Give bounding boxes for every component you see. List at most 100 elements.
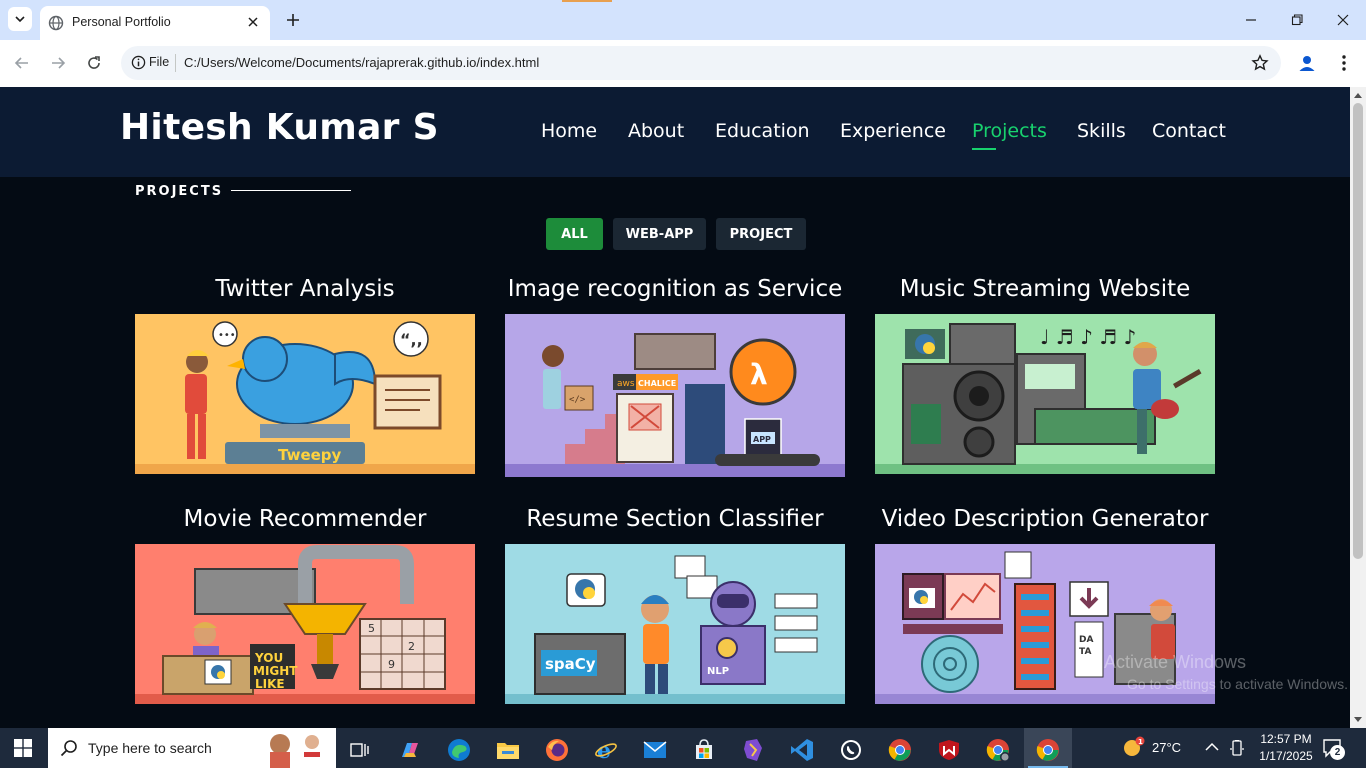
svg-text:APP: APP bbox=[753, 435, 771, 444]
nav-projects[interactable]: Projects bbox=[972, 120, 1047, 142]
taskbar-chrome-1[interactable] bbox=[880, 732, 920, 768]
restore-icon bbox=[1291, 14, 1303, 26]
taskbar-chrome-active[interactable] bbox=[1028, 732, 1068, 768]
nav-about[interactable]: About bbox=[628, 120, 684, 142]
browser-tab-bar: Personal Portfolio bbox=[0, 0, 1366, 40]
project-image-resume-classifier[interactable]: spaCy NLP bbox=[505, 544, 845, 704]
windows-start-icon[interactable] bbox=[14, 739, 32, 757]
info-icon[interactable] bbox=[131, 55, 146, 70]
svg-text:9: 9 bbox=[388, 658, 395, 671]
store-icon bbox=[696, 739, 712, 759]
mail-icon bbox=[643, 741, 667, 758]
nav-contact[interactable]: Contact bbox=[1152, 120, 1226, 142]
more-vertical-icon bbox=[1342, 55, 1346, 71]
minimize-button[interactable] bbox=[1241, 10, 1261, 30]
windows-taskbar: Type here to search e 1 27°C 12:57 PM 1/… bbox=[0, 728, 1366, 768]
project-title[interactable]: Resume Section Classifier bbox=[505, 506, 845, 532]
taskbar-firefox[interactable] bbox=[537, 732, 577, 768]
forward-button[interactable] bbox=[47, 52, 69, 74]
nav-home[interactable]: Home bbox=[541, 120, 597, 142]
project-image-movie-recommender[interactable]: YOU MIGHT LIKE 5 2 9 bbox=[135, 544, 475, 704]
svg-text:MIGHT: MIGHT bbox=[253, 664, 298, 678]
scroll-up-arrow-icon[interactable] bbox=[1353, 90, 1363, 100]
profile-button[interactable] bbox=[1296, 52, 1318, 74]
restore-button[interactable] bbox=[1287, 10, 1307, 30]
scroll-down-arrow-icon[interactable] bbox=[1353, 715, 1363, 725]
chevron-up-icon[interactable] bbox=[1205, 742, 1219, 752]
nav-active-underline bbox=[972, 148, 996, 150]
bookmark-star-icon[interactable] bbox=[1251, 54, 1269, 72]
section-title: PROJECTS bbox=[135, 184, 224, 199]
clock-date[interactable]: 1/17/2025 bbox=[1254, 749, 1318, 763]
close-icon bbox=[248, 17, 258, 27]
back-button[interactable] bbox=[11, 52, 33, 74]
svg-text:CHALICE: CHALICE bbox=[638, 379, 676, 388]
filter-project-button[interactable]: PROJECT bbox=[716, 218, 806, 250]
url-text[interactable]: C:/Users/Welcome/Documents/rajaprerak.gi… bbox=[184, 55, 539, 70]
nav-skills[interactable]: Skills bbox=[1077, 120, 1126, 142]
nav-experience[interactable]: Experience bbox=[840, 120, 946, 142]
svg-text:</>: </> bbox=[569, 395, 586, 405]
project-title[interactable]: Video Description Generator bbox=[875, 506, 1215, 532]
project-image-twitter[interactable]: ••• Tweepy “,, bbox=[135, 314, 475, 474]
whatsapp-icon bbox=[841, 740, 861, 760]
svg-text:NLP: NLP bbox=[707, 666, 729, 677]
taskbar-search-box[interactable]: Type here to search bbox=[48, 728, 336, 768]
chrome-icon bbox=[1036, 739, 1059, 761]
svg-text:Tweepy: Tweepy bbox=[278, 446, 342, 464]
taskbar-vscode[interactable] bbox=[782, 732, 822, 768]
site-header: Hitesh Kumar S Home About Education Expe… bbox=[0, 87, 1350, 177]
clock-time[interactable]: 12:57 PM bbox=[1254, 732, 1318, 746]
address-bar[interactable]: File C:/Users/Welcome/Documents/rajaprer… bbox=[121, 46, 1281, 80]
url-scheme-chip[interactable]: File bbox=[149, 55, 169, 69]
weather-temperature[interactable]: 27°C bbox=[1152, 740, 1181, 755]
project-image-image-recognition[interactable]: </> aws CHALICE λ APP bbox=[505, 314, 845, 477]
svg-text:YOU: YOU bbox=[254, 651, 283, 665]
scroll-thumb[interactable] bbox=[1353, 103, 1363, 559]
tab-title: Personal Portfolio bbox=[72, 15, 171, 29]
chrome-icon bbox=[986, 739, 1010, 762]
tab-search-button[interactable] bbox=[8, 7, 32, 31]
chevron-down-icon bbox=[15, 16, 25, 23]
nav-education[interactable]: Education bbox=[715, 120, 810, 142]
browser-tab-active[interactable]: Personal Portfolio bbox=[40, 6, 270, 40]
taskbar-internet-explorer[interactable]: e bbox=[586, 732, 626, 768]
activate-windows-watermark-sub: Go to Settings to activate Windows. bbox=[1127, 676, 1348, 692]
weather-sun-icon[interactable]: 1 bbox=[1122, 736, 1146, 758]
taskbar-obsidian[interactable] bbox=[733, 732, 773, 768]
svg-text:♩ ♬ ♪ ♬ ♪: ♩ ♬ ♪ ♬ ♪ bbox=[1040, 325, 1136, 349]
task-view-button[interactable] bbox=[340, 732, 380, 768]
vscode-icon bbox=[791, 739, 813, 761]
filter-web-app-button[interactable]: WEB-APP bbox=[613, 218, 706, 250]
taskbar-chrome-2[interactable] bbox=[978, 732, 1018, 768]
close-window-button[interactable] bbox=[1333, 10, 1353, 30]
taskbar-file-explorer[interactable] bbox=[488, 732, 528, 768]
taskbar-whatsapp[interactable] bbox=[831, 732, 871, 768]
page-scrollbar[interactable] bbox=[1350, 87, 1366, 728]
new-tab-button[interactable] bbox=[283, 10, 303, 30]
tab-close-button[interactable] bbox=[244, 13, 262, 31]
project-title[interactable]: Movie Recommender bbox=[135, 506, 475, 532]
svg-text:TA: TA bbox=[1079, 647, 1091, 657]
taskbar-mcafee[interactable] bbox=[929, 732, 969, 768]
taskbar-copilot[interactable] bbox=[390, 732, 430, 768]
taskbar-edge[interactable] bbox=[439, 732, 479, 768]
project-title[interactable]: Music Streaming Website bbox=[875, 276, 1215, 302]
reload-button[interactable] bbox=[83, 52, 105, 74]
project-title[interactable]: Image recognition as Service bbox=[505, 276, 845, 302]
close-icon bbox=[1337, 14, 1349, 26]
project-image-music-streaming[interactable]: ♩ ♬ ♪ ♬ ♪ bbox=[875, 314, 1215, 474]
browser-menu-button[interactable] bbox=[1333, 52, 1355, 74]
arrow-left-icon bbox=[14, 57, 28, 69]
svg-text:DA: DA bbox=[1079, 635, 1093, 645]
browser-toolbar: File C:/Users/Welcome/Documents/rajaprer… bbox=[0, 40, 1366, 87]
site-logo[interactable]: Hitesh Kumar S bbox=[120, 107, 439, 148]
plus-icon bbox=[287, 14, 299, 26]
taskbar-store[interactable] bbox=[684, 732, 724, 768]
battery-icon[interactable] bbox=[1229, 740, 1245, 756]
svg-text:•••: ••• bbox=[218, 330, 236, 341]
taskbar-mail[interactable] bbox=[635, 732, 675, 768]
svg-text:“,,: “,, bbox=[400, 330, 423, 349]
filter-all-button[interactable]: ALL bbox=[546, 218, 603, 250]
project-title[interactable]: Twitter Analysis bbox=[135, 276, 475, 302]
